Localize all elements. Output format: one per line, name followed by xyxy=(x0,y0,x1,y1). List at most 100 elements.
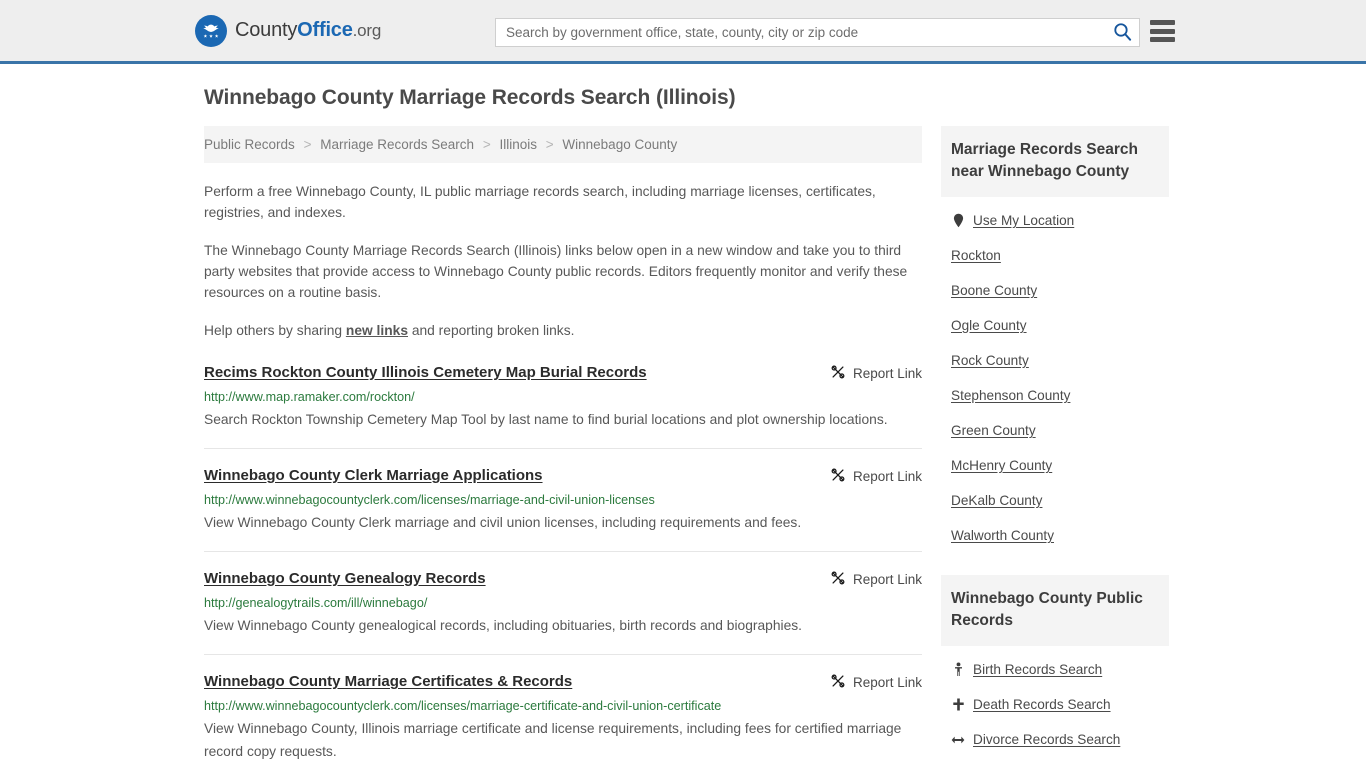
result-description: View Winnebago County Clerk marriage and… xyxy=(204,515,802,530)
result-url[interactable]: http://www.winnebagocountyclerk.com/lice… xyxy=(204,492,922,508)
broken-link-icon xyxy=(830,570,846,589)
baby-icon xyxy=(951,662,965,677)
site-header: CountyOffice.org xyxy=(0,0,1366,64)
broken-link-icon xyxy=(830,673,846,692)
sidebar-link[interactable]: Rock County xyxy=(951,353,1029,368)
report-link-label: Report Link xyxy=(852,675,922,690)
sidebar-item-green-county[interactable]: Green County xyxy=(941,413,1169,448)
result-title-link[interactable]: Recims Rockton County Illinois Cemetery … xyxy=(204,363,647,383)
main-content: Winnebago County Marriage Records Search… xyxy=(204,86,922,768)
sidebar-link[interactable]: Stephenson County xyxy=(951,388,1070,403)
sidebar-item-rock-county[interactable]: Rock County xyxy=(941,343,1169,378)
search-button[interactable] xyxy=(1105,19,1139,46)
sidebar-item-walworth-county[interactable]: Walworth County xyxy=(941,518,1169,553)
sidebar-link[interactable]: Death Records Search xyxy=(973,697,1111,712)
report-link-button[interactable]: Report Link xyxy=(830,364,922,383)
report-link-button[interactable]: Report Link xyxy=(830,467,922,486)
sidebar-link[interactable]: Walworth County xyxy=(951,528,1054,543)
result-title-link[interactable]: Winnebago County Clerk Marriage Applicat… xyxy=(204,466,543,486)
eagle-seal-icon xyxy=(195,14,227,47)
logo-text-county: County xyxy=(235,19,298,41)
intro-paragraph-2: The Winnebago County Marriage Records Se… xyxy=(204,243,908,300)
result-url[interactable]: http://www.map.ramaker.com/rockton/ xyxy=(204,389,922,405)
result-url[interactable]: http://genealogytrails.com/ill/winnebago… xyxy=(204,595,922,611)
sidebar-item-dekalb-county[interactable]: DeKalb County xyxy=(941,483,1169,518)
sidebar-item-mchenry-county[interactable]: McHenry County xyxy=(941,448,1169,483)
sidebar-public-records-heading: Winnebago County Public Records xyxy=(941,575,1169,646)
sidebar-link[interactable]: Boone County xyxy=(951,283,1037,298)
left-right-arrow-icon xyxy=(951,734,965,746)
report-link-button[interactable]: Report Link xyxy=(830,570,922,589)
sidebar-nearby-heading: Marriage Records Search near Winnebago C… xyxy=(941,126,1169,197)
hamburger-menu-icon[interactable] xyxy=(1150,20,1175,42)
logo-text-org: .org xyxy=(352,21,382,40)
search-bar xyxy=(495,18,1140,47)
result-title-link[interactable]: Winnebago County Genealogy Records xyxy=(204,569,486,589)
logo-text-office: Office xyxy=(297,19,353,41)
sidebar-item-rockton[interactable]: Rockton xyxy=(941,238,1169,273)
result-description: View Winnebago County, Illinois marriage… xyxy=(204,721,902,759)
sidebar-link[interactable]: Ogle County xyxy=(951,318,1027,333)
report-link-label: Report Link xyxy=(852,469,922,484)
sidebar-item-stephenson-county[interactable]: Stephenson County xyxy=(941,378,1169,413)
result-header: Winnebago County Clerk Marriage Applicat… xyxy=(204,466,922,486)
result-description: View Winnebago County genealogical recor… xyxy=(204,618,802,633)
sidebar-link[interactable]: Use My Location xyxy=(973,213,1074,228)
sidebar-link[interactable]: DeKalb County xyxy=(951,493,1042,508)
sidebar-item-death-records-search[interactable]: Death Records Search xyxy=(941,687,1169,722)
result-title-link[interactable]: Winnebago County Marriage Certificates &… xyxy=(204,672,572,692)
intro-paragraph-1: Perform a free Winnebago County, IL publ… xyxy=(204,184,876,220)
sidebar-item-boone-county[interactable]: Boone County xyxy=(941,273,1169,308)
result-header: Winnebago County Marriage Certificates &… xyxy=(204,672,922,692)
cross-icon xyxy=(951,698,965,711)
result-url[interactable]: http://www.winnebagocountyclerk.com/lice… xyxy=(204,698,922,714)
result-item: Winnebago County Marriage Certificates &… xyxy=(204,672,922,768)
page-title: Winnebago County Marriage Records Search… xyxy=(204,86,736,109)
breadcrumb-item-winnebago-county[interactable]: Winnebago County xyxy=(562,137,677,152)
sidebar: Marriage Records Search near Winnebago C… xyxy=(941,126,1169,768)
intro-3-suffix: and reporting broken links. xyxy=(408,323,575,338)
search-input[interactable] xyxy=(496,19,1105,46)
sidebar-link[interactable]: McHenry County xyxy=(951,458,1052,473)
report-link-label: Report Link xyxy=(852,572,922,587)
breadcrumb-item-marriage-records-search[interactable]: Marriage Records Search xyxy=(320,137,474,152)
result-header: Recims Rockton County Illinois Cemetery … xyxy=(204,363,922,383)
breadcrumb-item-public-records[interactable]: Public Records xyxy=(204,137,295,152)
sidebar-link[interactable]: Rockton xyxy=(951,248,1001,263)
sidebar-item-ogle-county[interactable]: Ogle County xyxy=(941,308,1169,343)
sidebar-link[interactable]: Divorce Records Search xyxy=(973,732,1120,747)
logo-wordmark: CountyOffice.org xyxy=(235,19,381,42)
search-icon xyxy=(1113,22,1132,44)
intro-3-prefix: Help others by sharing xyxy=(204,323,346,338)
breadcrumb: Public Records > Marriage Records Search… xyxy=(204,126,922,163)
sidebar-section-public-records: Winnebago County Public Records Birth Re… xyxy=(941,575,1169,768)
sidebar-link[interactable]: Birth Records Search xyxy=(973,662,1102,677)
report-link-label: Report Link xyxy=(852,366,922,381)
results-list: Recims Rockton County Illinois Cemetery … xyxy=(204,363,922,768)
sidebar-link[interactable]: Green County xyxy=(951,423,1036,438)
result-item: Winnebago County Genealogy Records Repor… xyxy=(204,569,922,655)
site-logo[interactable]: CountyOffice.org xyxy=(195,14,381,47)
hamburger-bar xyxy=(1150,37,1175,42)
sidebar-item-divorce-records-search[interactable]: Divorce Records Search xyxy=(941,722,1169,757)
sidebar-item-genealogy-search[interactable]: ? Genealogy Search xyxy=(941,757,1169,768)
breadcrumb-item-illinois[interactable]: Illinois xyxy=(499,137,537,152)
sidebar-item-birth-records-search[interactable]: Birth Records Search xyxy=(941,646,1169,687)
new-links-link[interactable]: new links xyxy=(346,323,408,338)
intro-paragraph-3: Help others by sharing new links and rep… xyxy=(204,320,922,341)
hamburger-bar xyxy=(1150,28,1175,34)
map-pin-icon xyxy=(951,213,965,228)
broken-link-icon xyxy=(830,467,846,486)
sidebar-item-use-my-location[interactable]: Use My Location xyxy=(941,197,1169,238)
sidebar-section-nearby: Marriage Records Search near Winnebago C… xyxy=(941,126,1169,553)
report-link-button[interactable]: Report Link xyxy=(830,673,922,692)
breadcrumb-separator-icon: > xyxy=(545,137,554,152)
breadcrumb-separator-icon: > xyxy=(303,137,312,152)
result-item: Recims Rockton County Illinois Cemetery … xyxy=(204,363,922,449)
broken-link-icon xyxy=(830,364,846,383)
result-item: Winnebago County Clerk Marriage Applicat… xyxy=(204,466,922,552)
breadcrumb-separator-icon: > xyxy=(482,137,491,152)
sidebar-nearby-list: Use My Location Rockton Boone County Ogl… xyxy=(941,197,1169,553)
sidebar-public-records-list: Birth Records Search Death Records Searc… xyxy=(941,646,1169,768)
result-header: Winnebago County Genealogy Records Repor… xyxy=(204,569,922,589)
